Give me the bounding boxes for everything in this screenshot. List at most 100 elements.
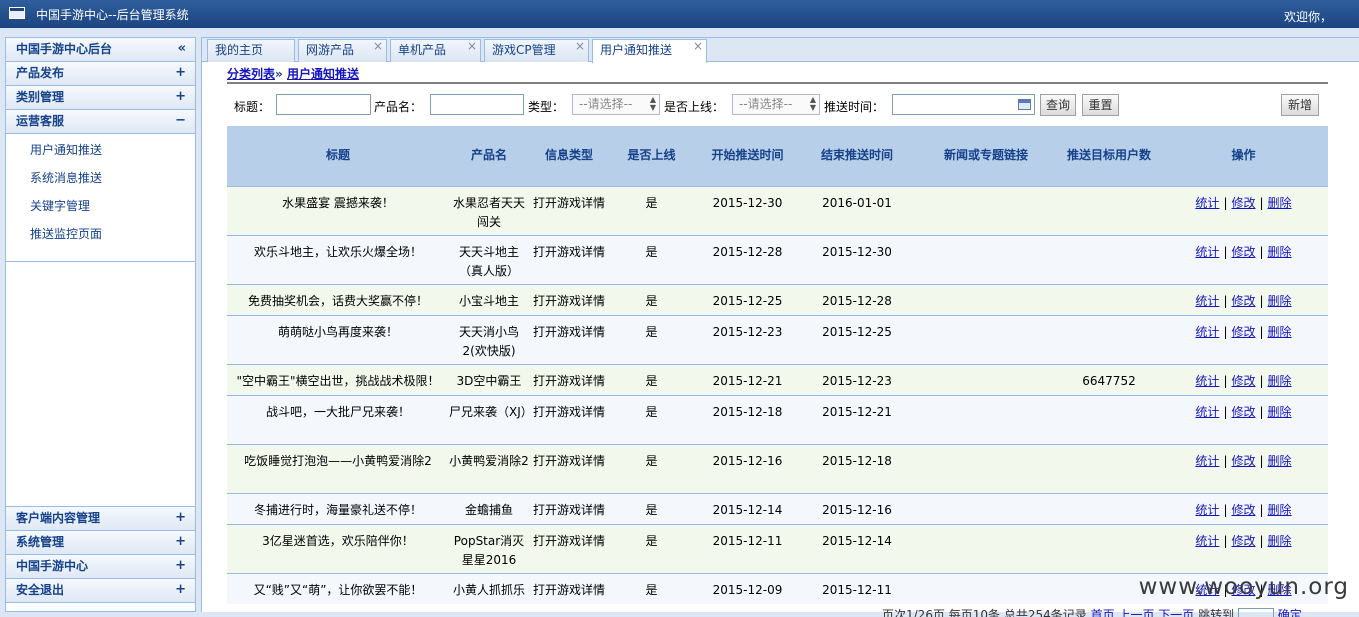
delete-link[interactable]: 删除 bbox=[1268, 503, 1292, 517]
cell-end: 2015-12-30 bbox=[801, 235, 913, 285]
title-filter-input[interactable] bbox=[276, 94, 371, 115]
stats-link[interactable]: 统计 bbox=[1195, 503, 1219, 517]
prev-page-link[interactable]: 上一页 bbox=[1118, 608, 1154, 617]
stats-link[interactable]: 统计 bbox=[1195, 405, 1219, 419]
cell-product: 尸兄来袭（XJ） bbox=[449, 395, 529, 445]
delete-link[interactable]: 删除 bbox=[1268, 325, 1292, 339]
stats-link[interactable]: 统计 bbox=[1195, 534, 1219, 548]
close-icon[interactable]: × bbox=[467, 36, 477, 57]
add-button[interactable]: 新增 bbox=[1281, 94, 1319, 116]
edit-link[interactable]: 修改 bbox=[1231, 454, 1255, 468]
online-filter-value: --请选择-- bbox=[739, 97, 793, 111]
cell-product: 3D空中霸王 bbox=[449, 364, 529, 396]
stats-link[interactable]: 统计 bbox=[1195, 374, 1219, 388]
time-filter-input[interactable] bbox=[892, 94, 1035, 115]
expand-icon[interactable]: + bbox=[175, 62, 186, 84]
cell-actions: 统计 | 修改 | 删除 bbox=[1159, 315, 1328, 365]
stats-link[interactable]: 统计 bbox=[1195, 294, 1219, 308]
cell-type: 打开游戏详情 bbox=[529, 186, 609, 236]
spinner-icon: ▲ ▼ bbox=[649, 95, 656, 112]
delete-link[interactable]: 删除 bbox=[1268, 374, 1292, 388]
table-row: 冬捕进行时，海量豪礼送不停！ 金蟾捕鱼 打开游戏详情是 2015-12-14 2015-… bbox=[227, 493, 1328, 525]
sidebar-bottom-section-2[interactable]: 中国手游中心 + bbox=[6, 555, 195, 579]
breadcrumb-parent-link[interactable]: 分类列表 bbox=[227, 67, 275, 81]
cell-title: 战斗吧，一大批尸兄来袭！ bbox=[227, 395, 449, 445]
column-header: 开始推送时间 bbox=[694, 126, 801, 187]
delete-link[interactable]: 删除 bbox=[1268, 454, 1292, 468]
tab-2[interactable]: 单机产品 × bbox=[390, 39, 481, 62]
sidebar-title: 中国手游中心后台 « bbox=[6, 38, 195, 62]
stats-link[interactable]: 统计 bbox=[1195, 245, 1219, 259]
tab-1[interactable]: 网游产品 × bbox=[298, 39, 387, 62]
cell-title: 3亿星迷首选，欢乐陪伴你！ bbox=[227, 524, 449, 574]
expand-icon[interactable]: + bbox=[175, 507, 186, 529]
cell-start: 2015-12-09 bbox=[694, 573, 801, 604]
breadcrumb-current-link[interactable]: 用户通知推送 bbox=[287, 67, 359, 81]
delete-link[interactable]: 删除 bbox=[1268, 534, 1292, 548]
next-page-link[interactable]: 下一页 bbox=[1158, 608, 1194, 617]
sidebar-bottom-section-0[interactable]: 客户端内容管理 + bbox=[6, 507, 195, 531]
type-filter-select[interactable]: --请选择-- ▲ ▼ bbox=[572, 94, 660, 115]
collapse-icon[interactable]: « bbox=[178, 38, 186, 60]
first-page-link[interactable]: 首页 bbox=[1091, 608, 1115, 617]
query-button[interactable]: 查询 bbox=[1040, 94, 1076, 116]
cell-start: 2015-12-25 bbox=[694, 284, 801, 316]
table-row: 萌萌哒小鸟再度来袭！ 天天消小鸟2(欢快版) 打开游戏详情是 2015-12-23 20… bbox=[227, 315, 1328, 365]
product-filter-input[interactable] bbox=[430, 94, 524, 115]
sidebar-bottom-section-1[interactable]: 系统管理 + bbox=[6, 531, 195, 555]
sidebar-link-2[interactable]: 关键字管理 bbox=[6, 194, 195, 222]
tab-4[interactable]: 用户通知推送 × bbox=[592, 39, 707, 63]
expand-icon[interactable]: + bbox=[175, 555, 186, 577]
reset-button[interactable]: 重置 bbox=[1082, 94, 1119, 116]
sidebar-section-2[interactable]: 运营客服 − bbox=[6, 110, 195, 134]
edit-link[interactable]: 修改 bbox=[1231, 196, 1255, 210]
close-icon[interactable]: × bbox=[575, 36, 585, 57]
sidebar-section-0[interactable]: 产品发布 + bbox=[6, 62, 195, 86]
action-separator: | bbox=[1223, 293, 1228, 308]
tab-0[interactable]: 我的主页 bbox=[207, 39, 295, 62]
collapse-icon[interactable]: − bbox=[175, 110, 186, 132]
online-filter-select[interactable]: --请选择-- ▲ ▼ bbox=[732, 94, 820, 115]
tab-label: 用户通知推送 bbox=[600, 43, 673, 57]
expand-icon[interactable]: + bbox=[175, 531, 186, 553]
sidebar-link-0[interactable]: 用户通知推送 bbox=[6, 138, 195, 166]
cell-end: 2015-12-23 bbox=[801, 364, 913, 396]
delete-link[interactable]: 删除 bbox=[1268, 405, 1292, 419]
close-icon[interactable]: × bbox=[373, 36, 383, 57]
expand-icon[interactable]: + bbox=[175, 579, 186, 601]
action-separator: | bbox=[1259, 533, 1264, 548]
page-number-input[interactable] bbox=[1237, 607, 1274, 617]
cell-actions: 统计 | 修改 | 删除 bbox=[1159, 395, 1328, 445]
cell-online: 是 bbox=[609, 315, 694, 365]
cell-title: 欢乐斗地主，让欢乐火爆全场！ bbox=[227, 235, 449, 285]
cell-online: 是 bbox=[609, 235, 694, 285]
stats-link[interactable]: 统计 bbox=[1195, 325, 1219, 339]
calendar-icon[interactable] bbox=[1018, 99, 1031, 110]
edit-link[interactable]: 修改 bbox=[1231, 534, 1255, 548]
delete-link[interactable]: 删除 bbox=[1268, 245, 1292, 259]
edit-link[interactable]: 修改 bbox=[1231, 325, 1255, 339]
edit-link[interactable]: 修改 bbox=[1231, 245, 1255, 259]
cell-link bbox=[913, 364, 1059, 396]
sidebar-link-3[interactable]: 推送监控页面 bbox=[6, 222, 195, 250]
cell-product: 小黄人抓抓乐 bbox=[449, 573, 529, 604]
delete-link[interactable]: 删除 bbox=[1268, 196, 1292, 210]
sidebar-section-1[interactable]: 类别管理 + bbox=[6, 86, 195, 110]
sidebar-bottom-section-3[interactable]: 安全退出 + bbox=[6, 579, 195, 603]
edit-link[interactable]: 修改 bbox=[1231, 374, 1255, 388]
cell-target bbox=[1059, 284, 1159, 316]
expand-icon[interactable]: + bbox=[175, 86, 186, 108]
edit-link[interactable]: 修改 bbox=[1231, 294, 1255, 308]
cell-title: 免费抽奖机会，话费大奖赢不停！ bbox=[227, 284, 449, 316]
edit-link[interactable]: 修改 bbox=[1231, 503, 1255, 517]
tab-3[interactable]: 游戏CP管理 × bbox=[484, 39, 589, 62]
stats-link[interactable]: 统计 bbox=[1195, 454, 1219, 468]
pager-info: 页次1/26页 每页10条 总共254条记录 bbox=[882, 608, 1087, 617]
stats-link[interactable]: 统计 bbox=[1195, 196, 1219, 210]
edit-link[interactable]: 修改 bbox=[1231, 405, 1255, 419]
cell-online: 是 bbox=[609, 493, 694, 525]
delete-link[interactable]: 删除 bbox=[1268, 294, 1292, 308]
close-icon[interactable]: × bbox=[693, 36, 703, 57]
sidebar-link-1[interactable]: 系统消息推送 bbox=[6, 166, 195, 194]
jump-confirm-link[interactable]: 确定 bbox=[1278, 608, 1302, 617]
